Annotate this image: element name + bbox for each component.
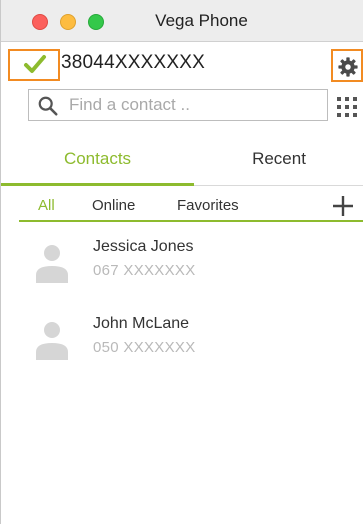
search-icon: [38, 96, 58, 116]
filter-divider: [19, 220, 363, 222]
contact-filters: All Online Favorites: [1, 189, 363, 223]
contact-phone: 067 XXXXXXX: [93, 262, 196, 279]
check-icon: [24, 55, 46, 73]
contact-name: Jessica Jones: [93, 238, 194, 255]
add-icon[interactable]: [331, 194, 355, 218]
filter-online[interactable]: Online: [92, 197, 135, 214]
search-input[interactable]: [69, 90, 324, 120]
title-bar[interactable]: Vega Phone: [1, 0, 363, 42]
tab-recent[interactable]: Recent: [194, 134, 363, 186]
window-title: Vega Phone: [155, 11, 248, 30]
contact-name: John McLane: [93, 315, 190, 332]
person-icon: [36, 322, 68, 360]
filter-all[interactable]: All: [38, 197, 55, 214]
filter-favorites[interactable]: Favorites: [177, 197, 239, 214]
contact-phone: 050 XXXXXXX: [93, 339, 196, 356]
account-row: 38044XXXXXXX: [1, 42, 363, 82]
contact-list-item[interactable]: Jessica Jones 067 XXXXXXX: [1, 232, 363, 302]
person-icon: [36, 245, 68, 283]
contact-list-item[interactable]: John McLane 050 XXXXXXX: [1, 309, 363, 379]
active-tab-indicator: [1, 183, 194, 186]
account-phone-number: 38044XXXXXXX: [61, 52, 205, 73]
app-window: Vega Phone 38044XXXXXXX Find a contact .…: [0, 0, 363, 524]
main-tabs: Contacts Recent: [1, 134, 363, 186]
tab-contacts[interactable]: Contacts: [1, 134, 194, 186]
settings-button[interactable]: [331, 49, 363, 82]
dialpad-icon[interactable]: [336, 96, 358, 118]
gear-icon: [338, 57, 358, 77]
search-field[interactable]: [28, 89, 328, 121]
